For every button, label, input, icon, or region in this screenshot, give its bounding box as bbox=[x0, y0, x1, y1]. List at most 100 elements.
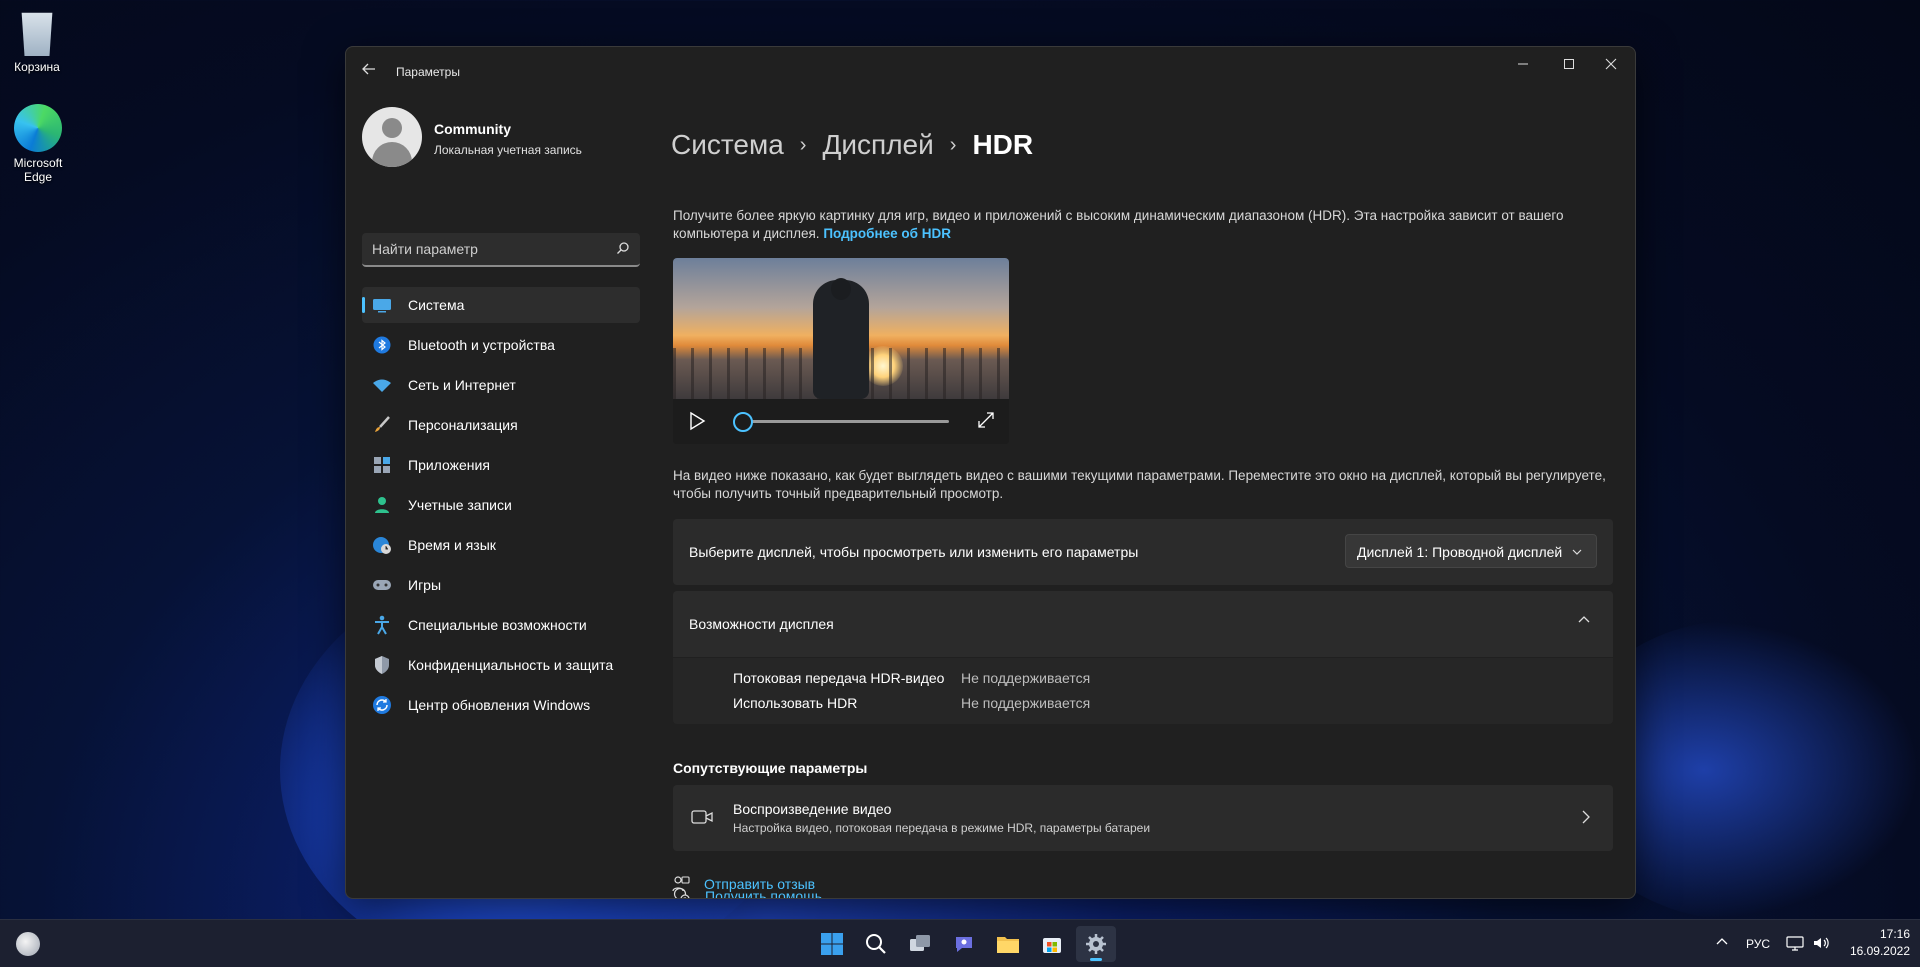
accessibility-icon bbox=[372, 615, 392, 635]
chat-icon bbox=[956, 937, 972, 952]
close-icon bbox=[1605, 58, 1617, 70]
weather-widget-icon[interactable] bbox=[16, 932, 40, 956]
nav-label: Учетные записи bbox=[408, 497, 512, 513]
search-box[interactable] bbox=[362, 233, 640, 267]
capability-name: Использовать HDR bbox=[733, 695, 858, 711]
seek-thumb[interactable] bbox=[733, 412, 753, 432]
breadcrumb-display[interactable]: Дисплей bbox=[822, 129, 933, 161]
wifi-icon bbox=[372, 375, 392, 395]
feedback-link-text[interactable]: Отправить отзыв bbox=[704, 876, 815, 892]
sidebar: Community Локальная учетная запись Систе… bbox=[346, 91, 656, 898]
settings-window: Параметры Community Локальная учетная за… bbox=[345, 46, 1636, 899]
back-arrow-icon bbox=[362, 63, 375, 75]
windows-logo-icon bbox=[821, 933, 843, 955]
nav-item-windows-update[interactable]: Центр обновления Windows bbox=[362, 687, 640, 723]
nav-label: Персонализация bbox=[408, 417, 518, 433]
search-icon[interactable] bbox=[616, 241, 630, 255]
nav-item-accessibility[interactable]: Специальные возможности bbox=[362, 607, 640, 643]
desktop-icon-recycle-bin[interactable]: Корзина bbox=[0, 8, 74, 74]
back-button[interactable] bbox=[360, 61, 378, 77]
nav-item-bluetooth[interactable]: Bluetooth и устройства bbox=[362, 327, 640, 363]
nav-label: Игры bbox=[408, 577, 442, 593]
display-dropdown-value: Дисплей 1: Проводной дисплей bbox=[1357, 544, 1563, 560]
nav-label: Специальные возможности bbox=[408, 617, 587, 633]
language-indicator[interactable]: РУС bbox=[1746, 937, 1770, 967]
window-title: Параметры bbox=[396, 65, 460, 79]
avatar[interactable] bbox=[362, 107, 422, 167]
feedback-icon bbox=[672, 876, 690, 892]
store-button[interactable] bbox=[1032, 926, 1072, 962]
capabilities-list: Потоковая передача HDR-видео Не поддержи… bbox=[673, 658, 1613, 724]
taskbar-search-button[interactable] bbox=[856, 926, 896, 962]
breadcrumb-separator: › bbox=[949, 133, 957, 156]
volume-icon bbox=[1814, 937, 1829, 949]
globe-clock-icon bbox=[372, 535, 392, 555]
gear-icon bbox=[1086, 934, 1106, 954]
nav-item-gaming[interactable]: Игры bbox=[362, 567, 640, 603]
chat-button[interactable] bbox=[944, 926, 984, 962]
video-controls bbox=[673, 399, 1009, 444]
nav-label: Bluetooth и устройства bbox=[408, 337, 555, 353]
nav-item-system[interactable]: Система bbox=[362, 287, 640, 323]
send-feedback-link[interactable]: Отправить отзыв bbox=[672, 875, 815, 893]
close-button[interactable] bbox=[1591, 55, 1631, 79]
nav-label: Центр обновления Windows bbox=[408, 697, 591, 713]
store-icon bbox=[1043, 938, 1061, 953]
capabilities-header[interactable]: Возможности дисплея bbox=[673, 591, 1613, 657]
nav-item-apps[interactable]: Приложения bbox=[362, 447, 640, 483]
chevron-down-icon bbox=[1572, 549, 1582, 555]
user-name: Community bbox=[434, 121, 511, 137]
taskbar: РУС 17:16 16.09.2022 bbox=[0, 919, 1920, 967]
nav-item-privacy[interactable]: Конфиденциальность и защита bbox=[362, 647, 640, 683]
play-icon bbox=[690, 411, 706, 431]
search-input[interactable] bbox=[372, 241, 602, 257]
network-icon bbox=[1786, 936, 1804, 951]
breadcrumb-separator: › bbox=[799, 133, 807, 156]
nav-label: Конфиденциальность и защита bbox=[408, 657, 614, 673]
minimize-icon bbox=[1518, 63, 1528, 65]
gamepad-icon bbox=[372, 575, 392, 595]
fullscreen-button[interactable] bbox=[977, 411, 995, 429]
taskbar-clock[interactable]: 17:16 16.09.2022 bbox=[1838, 926, 1910, 960]
maximize-button[interactable] bbox=[1549, 55, 1589, 79]
video-playback-link[interactable]: Воспроизведение видео Настройка видео, п… bbox=[673, 785, 1613, 851]
nav-item-time-language[interactable]: Время и язык bbox=[362, 527, 640, 563]
bluetooth-icon bbox=[372, 335, 392, 355]
show-hidden-icons-button[interactable] bbox=[1714, 934, 1730, 950]
task-view-button[interactable] bbox=[900, 926, 940, 962]
breadcrumb: Система › Дисплей › HDR bbox=[671, 129, 1033, 161]
related-settings-title: Сопутствующие параметры bbox=[673, 760, 868, 776]
play-button[interactable] bbox=[687, 410, 707, 432]
learn-more-link[interactable]: Подробнее об HDR bbox=[823, 226, 951, 241]
minimize-button[interactable] bbox=[1503, 55, 1543, 79]
main-content: Система › Дисплей › HDR Получите более я… bbox=[671, 91, 1621, 900]
nav-list: Система Bluetooth и устройства Сеть и Ин… bbox=[362, 287, 640, 727]
nav-label: Сеть и Интернет bbox=[408, 377, 516, 393]
capability-name: Потоковая передача HDR-видео bbox=[733, 670, 945, 686]
nav-label: Приложения bbox=[408, 457, 490, 473]
task-view-icon bbox=[910, 935, 930, 951]
system-tray[interactable] bbox=[1786, 934, 1830, 967]
related-item-title: Воспроизведение видео bbox=[733, 801, 892, 817]
display-dropdown[interactable]: Дисплей 1: Проводной дисплей bbox=[1345, 534, 1597, 568]
nav-label: Время и язык bbox=[408, 537, 496, 553]
file-explorer-button[interactable] bbox=[988, 926, 1028, 962]
chevron-up-icon[interactable] bbox=[1577, 613, 1591, 627]
title-bar: Параметры bbox=[346, 47, 1635, 91]
update-icon bbox=[372, 695, 392, 715]
chevron-right-icon bbox=[1582, 810, 1590, 824]
nav-item-personalization[interactable]: Персонализация bbox=[362, 407, 640, 443]
nav-item-network[interactable]: Сеть и Интернет bbox=[362, 367, 640, 403]
video-camera-icon bbox=[691, 810, 713, 824]
seek-bar[interactable] bbox=[743, 420, 949, 423]
start-button[interactable] bbox=[812, 926, 852, 962]
search-icon bbox=[866, 934, 886, 954]
taskbar-pinned-apps bbox=[810, 926, 1118, 962]
svg-text:?: ? bbox=[683, 897, 686, 900]
desktop-icon-edge[interactable]: Microsoft Edge bbox=[0, 104, 76, 184]
clock-date: 16.09.2022 bbox=[1849, 944, 1910, 958]
breadcrumb-system[interactable]: Система bbox=[671, 129, 784, 161]
capability-value: Не поддерживается bbox=[961, 695, 1091, 711]
settings-taskbar-button[interactable] bbox=[1076, 926, 1116, 962]
nav-item-accounts[interactable]: Учетные записи bbox=[362, 487, 640, 523]
